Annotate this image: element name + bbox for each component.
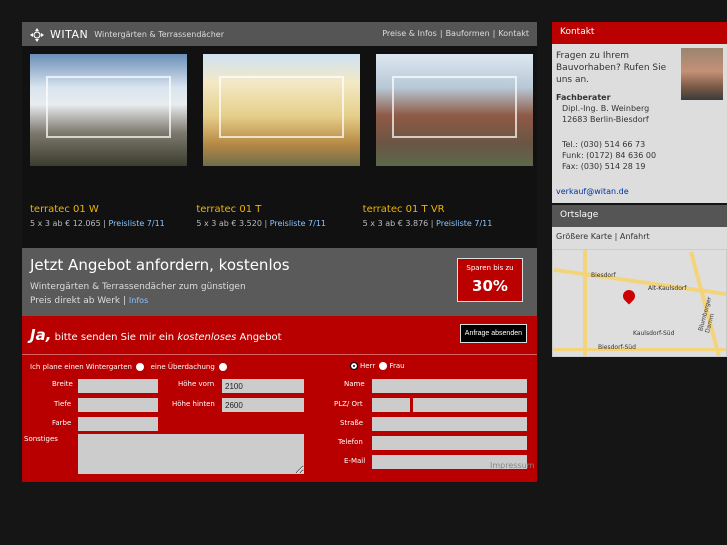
request-form: Ja, bitte senden Sie mir ein kostenloses… [22, 316, 537, 482]
product-item: terratec 01 T VR 5 x 3 ab € 3.876 | Prei… [363, 204, 529, 248]
map-links: Größere Karte | Anfahrt [552, 227, 727, 249]
submit-button[interactable]: Anfrage absenden [459, 324, 527, 343]
logo-text[interactable]: WITAN [50, 28, 88, 41]
product-photo-terrassendach[interactable] [203, 54, 360, 166]
telefon-input[interactable] [372, 436, 527, 450]
product-gallery [22, 46, 537, 196]
sonstiges-textarea[interactable] [78, 434, 304, 474]
breite-input[interactable] [78, 379, 158, 393]
map-pin-icon[interactable] [620, 287, 638, 305]
map-label: Alt-Kaulsdorf [648, 285, 687, 292]
phone: Tel.: (030) 514 66 73 [562, 140, 646, 149]
sidebar: Kontakt Fragen zu Ihrem Bauvorhaben? Ruf… [552, 22, 727, 357]
directions-link[interactable]: Anfahrt [620, 232, 650, 241]
contact-intro: Fragen zu Ihrem Bauvorhaben? Rufen Sie u… [556, 51, 667, 85]
advisor-city: 12683 Berlin-Biesdorf [562, 115, 649, 124]
label-name: Name [344, 380, 365, 388]
ortslage-heading: Ortslage [552, 205, 727, 227]
product-name[interactable]: terratec 01 T VR [363, 204, 529, 215]
radio-frau[interactable] [379, 362, 388, 370]
offer-section: Jetzt Angebot anfordern, kostenlos Winte… [22, 248, 537, 316]
label-strasse: Straße [340, 419, 364, 427]
label-sonstiges: Sonstiges [24, 435, 58, 443]
nav-bauformen[interactable]: Bauformen [446, 29, 490, 38]
offer-subtitle: Wintergärten & Terrassendächer zum günst… [30, 282, 246, 306]
plz-input[interactable] [372, 398, 410, 412]
email-link[interactable]: verkauf@witan.de [556, 187, 629, 196]
label-farbe: Farbe [52, 419, 72, 427]
top-nav: Preise & Infos | Bauformen | Kontakt [382, 29, 529, 38]
compass-logo-icon [30, 27, 44, 42]
product-photo-wintergarten[interactable] [30, 54, 187, 166]
contact-box: Fragen zu Ihrem Bauvorhaben? Rufen Sie u… [552, 44, 727, 203]
product-item: terratec 01 W 5 x 3 ab € 12.065 | Preisl… [30, 204, 196, 248]
map-label: Kaulsdorf-Süd [633, 330, 675, 337]
tiefe-input[interactable] [78, 398, 158, 412]
nav-preise[interactable]: Preise & Infos [382, 29, 437, 38]
strasse-input[interactable] [372, 417, 527, 431]
radio-ueberdachung[interactable] [219, 363, 228, 371]
offer-title: Jetzt Angebot anfordern, kostenlos [30, 256, 290, 274]
name-input[interactable] [372, 379, 527, 393]
label-plz: PLZ/ Ort [334, 400, 363, 408]
label-tiefe: Tiefe [54, 400, 72, 408]
farbe-input[interactable] [78, 417, 158, 431]
price-list-link[interactable]: Preisliste 7/11 [108, 219, 164, 228]
main-panel: WITAN Wintergärten & Terrassendächer Pre… [22, 22, 537, 482]
tagline: Wintergärten & Terrassendächer [94, 29, 224, 39]
salutation-group: Herr Frau [348, 362, 405, 370]
price-list-link[interactable]: Preisliste 7/11 [436, 219, 492, 228]
product-name[interactable]: terratec 01 T [196, 204, 362, 215]
fax: Fax: (030) 514 28 19 [562, 162, 646, 171]
radio-herr[interactable] [350, 362, 358, 370]
radio-wintergarten[interactable] [136, 363, 145, 371]
plan-radio-group: Ich plane einen Wintergarten eine Überda… [30, 363, 229, 371]
hoehe-hinten-input[interactable] [222, 398, 304, 412]
infos-link[interactable]: Infos [129, 296, 148, 305]
larger-map-link[interactable]: Größere Karte [556, 232, 612, 241]
map-label: Biesdorf-Süd [598, 344, 636, 351]
map-label: Blumberger Damm [697, 296, 717, 334]
discount-badge: Sparen bis zu 30% [457, 258, 523, 302]
kontakt-heading: Kontakt [552, 22, 727, 44]
product-name[interactable]: terratec 01 W [30, 204, 196, 215]
mobile: Funk: (0172) 84 636 00 [562, 151, 657, 160]
product-item: terratec 01 T 5 x 3 ab € 3.520 | Preisli… [196, 204, 362, 248]
label-telefon: Telefon [338, 438, 363, 446]
product-list: terratec 01 W 5 x 3 ab € 12.065 | Preisl… [22, 196, 537, 248]
product-photo-terrassendach-vr[interactable] [376, 54, 533, 166]
map-label: Biesdorf [591, 272, 616, 279]
form-divider [22, 354, 537, 355]
label-email: E-Mail [344, 457, 366, 465]
advisor-name: Dipl.-Ing. B. Weinberg [562, 104, 650, 113]
product-price: 5 x 3 ab € 3.876 | Preisliste 7/11 [362, 219, 493, 228]
hoehe-vorn-input[interactable] [222, 379, 304, 393]
label-breite: Breite [52, 380, 73, 388]
nav-kontakt[interactable]: Kontakt [498, 29, 529, 38]
product-price: 5 x 3 ab € 12.065 | Preisliste 7/11 [30, 219, 165, 228]
label-hoehe-vorn: Höhe vorn [178, 380, 215, 388]
advisor-photo [681, 48, 723, 100]
form-heading: Ja, bitte senden Sie mir ein kostenloses… [30, 326, 282, 344]
ort-input[interactable] [413, 398, 527, 412]
price-list-link[interactable]: Preisliste 7/11 [270, 219, 326, 228]
label-hoehe-hinten: Höhe hinten [172, 400, 215, 408]
header-bar: WITAN Wintergärten & Terrassendächer Pre… [22, 22, 537, 46]
product-price: 5 x 3 ab € 3.520 | Preisliste 7/11 [196, 219, 327, 228]
impressum-link[interactable]: Impressum [490, 461, 534, 470]
location-map[interactable]: Biesdorf Alt-Kaulsdorf Kaulsdorf-Süd Bie… [552, 249, 727, 357]
